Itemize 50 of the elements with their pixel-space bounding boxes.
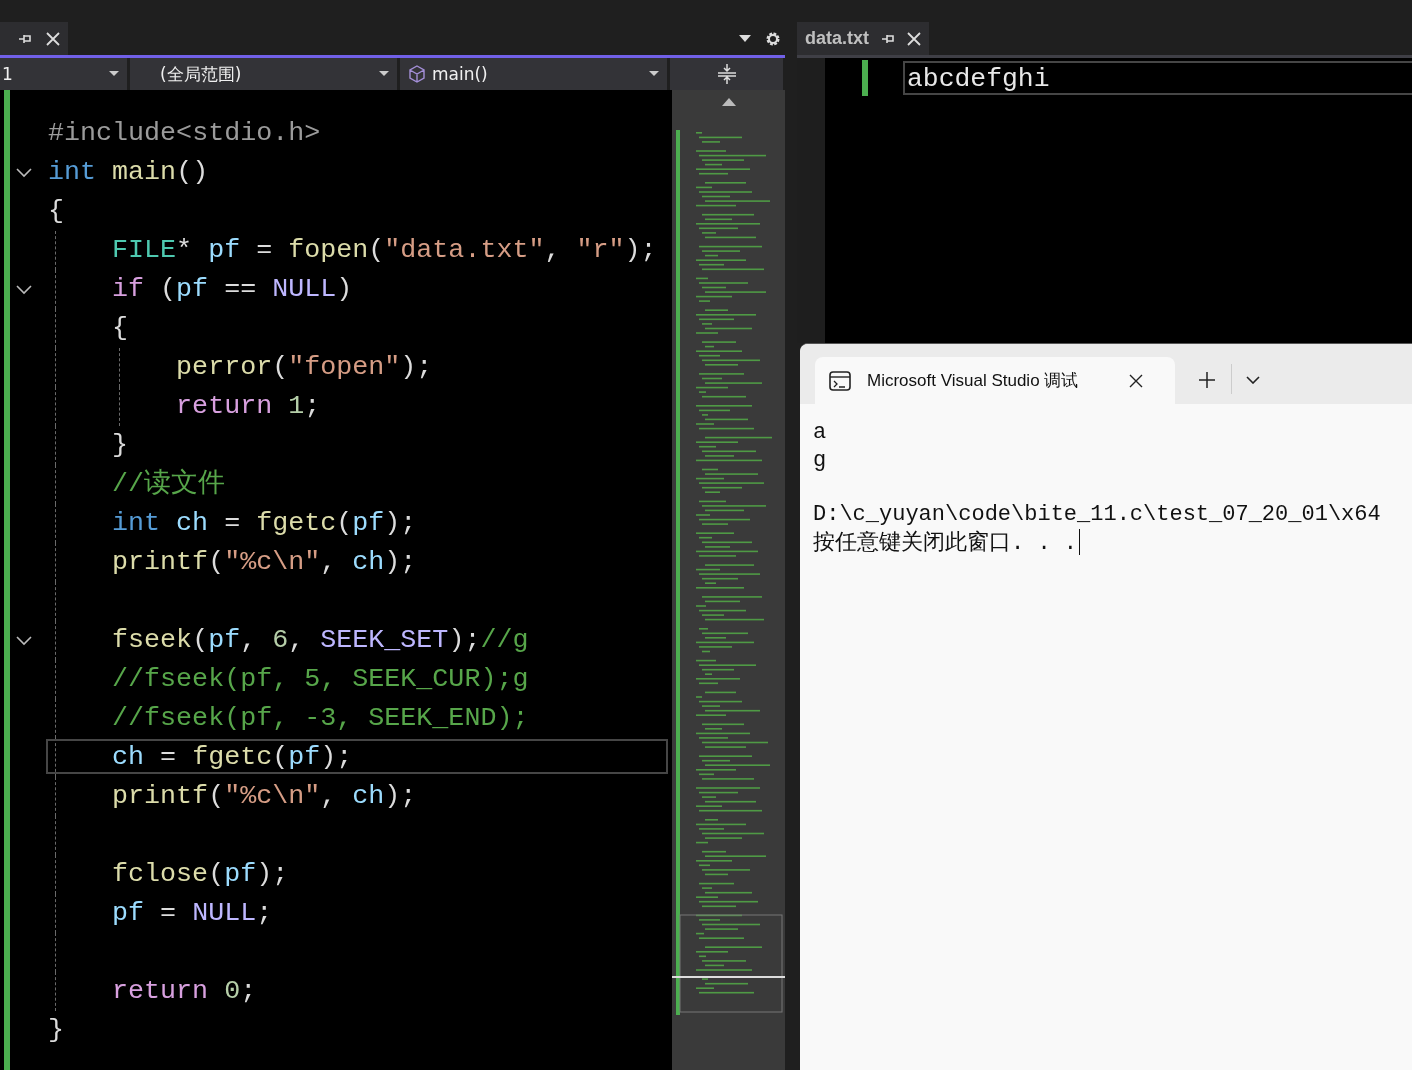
- document-tab[interactable]: data.txt: [797, 22, 929, 55]
- member-dropdown[interactable]: main(): [400, 58, 667, 90]
- console-output-line: D:\c_yuyan\code\bite_11.c\test_07_20_01\x64: [813, 501, 1381, 527]
- close-icon[interactable]: [1129, 373, 1143, 388]
- project-dropdown[interactable]: 1: [0, 58, 127, 90]
- code-line: printf("%c\n", ch);: [112, 780, 417, 813]
- code-line: }: [48, 1014, 64, 1047]
- caret-icon: [109, 71, 119, 77]
- fold-chevron-icon[interactable]: [16, 635, 32, 646]
- code-line: if (pf == NULL): [112, 273, 353, 306]
- code-line: }: [112, 429, 129, 462]
- code-line: printf("%c\n", ch);: [112, 546, 417, 579]
- code-line: return 0;: [112, 975, 257, 1008]
- code-line: //读文件: [112, 467, 226, 501]
- caret-icon: [649, 71, 659, 77]
- code-line: return 1;: [176, 390, 321, 423]
- document-tab[interactable]: [0, 22, 68, 55]
- split-icon: [717, 64, 736, 84]
- code-line: perror("fopen");: [176, 351, 433, 384]
- code-line: fseek(pf, 6, SEEK_SET);//g: [112, 624, 529, 657]
- console-output-line: 按任意键关闭此窗口. . .: [813, 529, 1077, 557]
- code-line: {: [112, 312, 129, 345]
- split-button[interactable]: [670, 58, 783, 90]
- scope-dropdown[interactable]: (全局范围): [130, 58, 397, 90]
- code-line: {: [48, 195, 64, 228]
- cube-icon: [408, 65, 426, 83]
- code-line: pf = NULL;: [112, 897, 273, 930]
- dropdown-caret-icon[interactable]: [739, 34, 751, 43]
- code-line: FILE* pf = fopen("data.txt", "r");: [112, 234, 657, 267]
- new-tab-icon[interactable]: [1199, 372, 1215, 388]
- chevron-down-icon[interactable]: [1246, 376, 1260, 384]
- minimap-drawing[interactable]: [672, 130, 785, 1015]
- terminal-tab[interactable]: Microsoft Visual Studio 调试: [815, 357, 1175, 404]
- text-line: abcdefghi: [903, 61, 1412, 95]
- fold-chevron-icon[interactable]: [16, 167, 32, 178]
- console-output-line: a: [813, 419, 827, 445]
- scroll-up-icon[interactable]: [721, 98, 736, 106]
- code-line: #include<stdio.h>: [48, 117, 321, 150]
- fold-chevron-icon[interactable]: [16, 284, 32, 295]
- code-line: ch = fgetc(pf);: [112, 741, 353, 774]
- code-line: //fseek(pf, 5, SEEK_CUR);g: [112, 663, 529, 696]
- terminal-icon: [829, 370, 851, 391]
- settings-icon[interactable]: [765, 30, 781, 47]
- code-line: //fseek(pf, -3, SEEK_END);: [112, 702, 529, 735]
- code-line: int ch = fgetc(pf);: [112, 507, 417, 540]
- console-output-line: g: [813, 447, 827, 473]
- caret-icon: [379, 71, 389, 77]
- code-line: int main(): [48, 156, 209, 189]
- code-line: fclose(pf);: [112, 858, 289, 891]
- change-indicator-bar: [862, 60, 868, 96]
